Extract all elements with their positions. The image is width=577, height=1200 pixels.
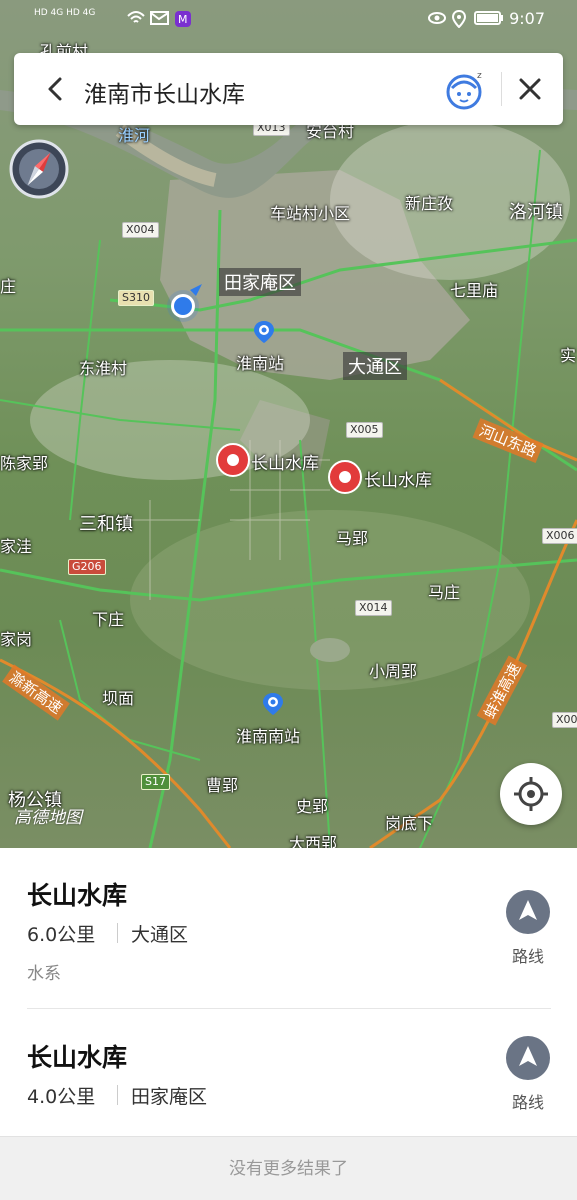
route-button[interactable]: 路线 — [505, 890, 551, 967]
place-label: 洛河镇 — [509, 202, 563, 223]
road-badge: S310 — [118, 290, 154, 306]
result-district: 大通区 — [131, 924, 189, 946]
place-label: 坝面 — [102, 689, 135, 708]
place-label: 新庄孜 — [405, 194, 454, 213]
status-bar: HD 4G HD 4G M 9:07 — [0, 0, 577, 40]
place-label: 家岗 — [0, 630, 33, 649]
search-divider — [501, 72, 502, 106]
app-notification-icon: M — [175, 11, 191, 27]
place-label: 七里庙 — [450, 281, 499, 300]
no-more-results: 没有更多结果了 — [0, 1136, 577, 1200]
result-category: 水系 — [27, 964, 61, 984]
place-label: 史郢 — [296, 797, 329, 816]
amap-logo: 高德地图 — [14, 808, 82, 828]
place-label: 马庄 — [428, 583, 461, 602]
result-title: 长山水库 — [27, 1043, 128, 1072]
wifi-icon — [127, 11, 145, 23]
back-arrow-icon[interactable] — [40, 73, 72, 105]
svg-text:M: M — [178, 13, 188, 26]
district-label[interactable]: 田家庵区 — [219, 268, 301, 296]
result-separator — [117, 923, 118, 943]
result-distance: 4.0公里 — [27, 1086, 96, 1108]
results-panel: 长山水库 6.0公里 大通区 水系 路线 长山水库 4.0公里 田家庵区 路线 — [0, 848, 577, 1136]
result-item[interactable]: 长山水库 6.0公里 大通区 水系 路线 — [0, 848, 577, 1008]
map-view[interactable]: HD 4G HD 4G M 9:07 田家庵区 大通区 孔前村 安台村 淮河 车… — [0, 0, 577, 848]
route-label: 路线 — [511, 947, 544, 966]
mail-icon — [150, 11, 169, 25]
search-bar: 淮南市长山水库 z — [14, 53, 563, 125]
current-location-icon — [167, 284, 202, 322]
locate-button[interactable] — [500, 763, 562, 825]
road-badge: X004 — [122, 222, 159, 238]
train-station-icon[interactable] — [261, 692, 285, 716]
route-label: 路线 — [511, 1093, 544, 1112]
road-badge: S17 — [141, 774, 170, 790]
place-label: 实 — [560, 346, 577, 365]
route-arrow-icon — [506, 890, 550, 934]
place-label: 大西郢 — [289, 834, 338, 848]
place-label: 下庄 — [92, 610, 125, 629]
route-button[interactable]: 路线 — [505, 1036, 551, 1113]
eye-icon — [428, 12, 446, 24]
result-separator — [117, 1085, 118, 1105]
place-label: 小周郢 — [369, 662, 418, 681]
place-label: 淮南南站 — [236, 727, 301, 746]
svg-text:z: z — [477, 71, 482, 81]
place-label: 东淮村 — [79, 359, 128, 378]
road-badge: G206 — [68, 559, 106, 575]
result-title: 长山水库 — [27, 881, 128, 910]
voice-assistant-icon[interactable]: z — [444, 68, 486, 110]
train-station-icon[interactable] — [252, 320, 276, 344]
search-query[interactable]: 淮南市长山水库 — [84, 75, 245, 109]
result-marker-icon[interactable] — [328, 460, 362, 494]
battery-icon — [474, 11, 503, 25]
marker-label[interactable]: 长山水库 — [251, 449, 319, 474]
result-marker-icon[interactable] — [216, 443, 250, 477]
network-indicator: HD 4G HD 4G — [34, 8, 96, 18]
result-item[interactable]: 长山水库 4.0公里 田家庵区 路线 — [0, 1008, 577, 1136]
place-label: 三和镇 — [79, 514, 133, 535]
crosshair-icon — [514, 777, 548, 811]
marker-label[interactable]: 长山水库 — [364, 466, 432, 491]
district-label[interactable]: 大通区 — [343, 352, 407, 380]
route-arrow-icon — [506, 1036, 550, 1080]
road-badge: X006 — [542, 528, 577, 544]
result-distance: 6.0公里 — [27, 924, 96, 946]
compass-icon[interactable] — [8, 138, 70, 200]
place-label: 岗底下 — [385, 814, 434, 833]
road-badge: X00 — [552, 712, 577, 728]
place-label: 淮南站 — [236, 354, 285, 373]
road-badge: X005 — [346, 422, 383, 438]
place-label: 陈家郢 — [0, 454, 49, 473]
result-district: 田家庵区 — [131, 1086, 208, 1108]
place-label: 车站村小区 — [270, 204, 351, 223]
close-icon[interactable] — [514, 73, 546, 105]
road-badge: X014 — [355, 600, 392, 616]
place-label: 马郢 — [336, 529, 369, 548]
place-label: 家洼 — [0, 537, 33, 556]
place-label: 曹郢 — [206, 776, 239, 795]
clock: 9:07 — [509, 9, 545, 28]
river-label: 淮河 — [118, 126, 151, 145]
location-status-icon — [452, 10, 466, 28]
place-label: 庄 — [0, 277, 17, 296]
